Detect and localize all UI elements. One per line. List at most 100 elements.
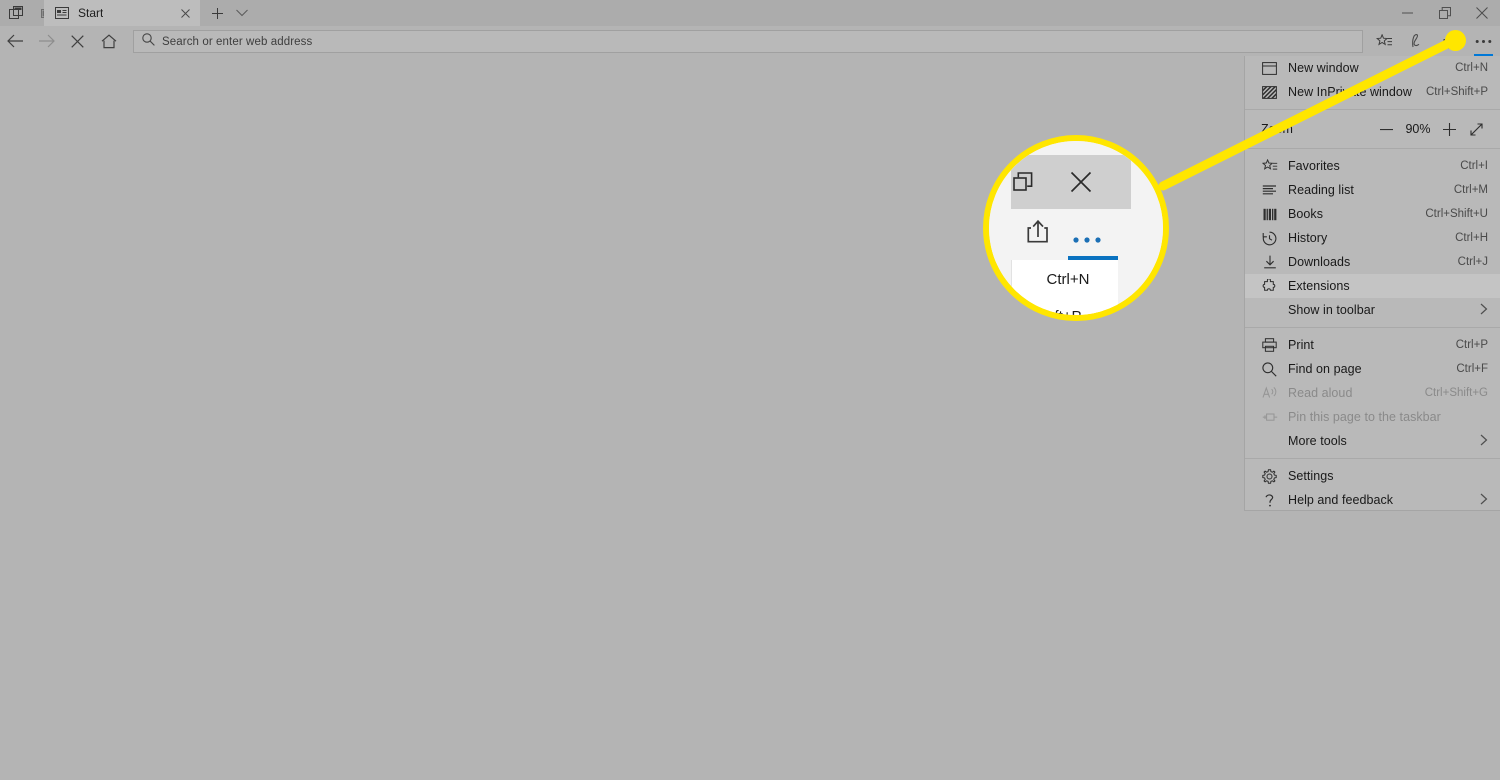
menu-item-more-tools[interactable]: More tools [1245, 429, 1500, 453]
menu-item-accelerator: Ctrl+Shift+U [1425, 208, 1488, 220]
new-tab-button[interactable] [206, 0, 228, 26]
browser-toolbar: Search or enter web address [0, 26, 1500, 56]
menu-item-label: Extensions [1288, 279, 1350, 293]
reading-list-icon [1261, 182, 1278, 199]
home-button[interactable] [93, 26, 124, 56]
menu-item-accelerator: Ctrl+J [1457, 256, 1488, 268]
forward-button[interactable] [31, 26, 62, 56]
read-aloud-icon [1261, 385, 1278, 402]
tabs-you-set-aside-icon[interactable] [0, 0, 32, 26]
menu-item-label: Read aloud [1288, 386, 1353, 400]
menu-item-label: Reading list [1288, 183, 1354, 197]
menu-item-print[interactable]: Print Ctrl+P [1245, 333, 1500, 357]
notes-pen-icon[interactable] [1401, 26, 1434, 56]
title-bar: Start [0, 0, 1500, 26]
new-window-icon [1261, 60, 1278, 77]
menu-separator [1245, 327, 1500, 328]
pin-to-taskbar-icon [1261, 409, 1278, 426]
no-icon [1261, 433, 1278, 450]
close-window-icon [1070, 171, 1092, 198]
close-button[interactable] [1463, 0, 1500, 26]
menu-item-label: More tools [1288, 434, 1347, 448]
menu-item-new-window[interactable]: New window Ctrl+N [1245, 56, 1500, 80]
no-icon [1261, 302, 1278, 319]
zoom-percent: 90% [1405, 122, 1431, 136]
address-input-placeholder: Search or enter web address [162, 35, 313, 48]
extensions-icon [1261, 278, 1278, 295]
menu-item-settings[interactable]: Settings [1245, 464, 1500, 488]
browser-window: Start Search or enter web address New wi… [0, 0, 1500, 780]
menu-item-favorites[interactable]: Favorites Ctrl+I [1245, 154, 1500, 178]
callout-end-dot [1445, 30, 1466, 51]
print-icon [1261, 337, 1278, 354]
tab-close-icon[interactable] [176, 4, 194, 22]
books-icon [1261, 206, 1278, 223]
menu-item-label: Help and feedback [1288, 493, 1394, 507]
menu-item-label: Print [1288, 338, 1314, 352]
menu-item-accelerator: Ctrl+P [1455, 339, 1488, 351]
tab-start[interactable]: Start [44, 0, 200, 26]
menu-item-label: New window [1288, 61, 1359, 75]
chevron-right-icon [1480, 303, 1488, 317]
restore-button[interactable] [1426, 0, 1463, 26]
zoom-out-button[interactable] [1373, 117, 1400, 141]
menu-item-label: Settings [1288, 469, 1334, 483]
menu-item-find-on-page[interactable]: Find on page Ctrl+F [1245, 357, 1500, 381]
menu-item-history[interactable]: History Ctrl+H [1245, 226, 1500, 250]
menu-item-pin-to-taskbar[interactable]: Pin this page to the taskbar [1245, 405, 1500, 429]
menu-item-label: Favorites [1288, 159, 1340, 173]
menu-zoom-row: Zoom 90% [1245, 115, 1500, 143]
chevron-right-icon [1480, 493, 1488, 507]
menu-item-label: History [1288, 231, 1328, 245]
address-bar[interactable]: Search or enter web address [133, 30, 1363, 53]
menu-item-new-inprivate-window[interactable]: New InPrivate window Ctrl+Shift+P [1245, 80, 1500, 104]
magnified-share-icon [1027, 219, 1053, 248]
menu-item-accelerator: Ctrl+Shift+G [1424, 387, 1488, 399]
menu-item-accelerator: Ctrl+M [1453, 184, 1488, 196]
menu-separator [1245, 148, 1500, 149]
history-icon [1261, 230, 1278, 247]
zoom-in-button[interactable] [1436, 117, 1463, 141]
menu-item-label: Pin this page to the taskbar [1288, 410, 1441, 424]
fullscreen-button[interactable] [1463, 117, 1490, 141]
menu-item-read-aloud[interactable]: Read aloud Ctrl+Shift+G [1245, 381, 1500, 405]
help-question-icon [1261, 492, 1278, 509]
settings-and-more-menu: New window Ctrl+N New InPrivate window C… [1244, 56, 1500, 511]
menu-separator [1245, 458, 1500, 459]
magnified-accelerator-1: Ctrl+N [1046, 271, 1090, 288]
restore-window-icon [1013, 172, 1033, 197]
menu-item-accelerator: Ctrl+Shift+P [1426, 86, 1488, 98]
menu-item-label: Show in toolbar [1288, 303, 1375, 317]
find-on-page-icon [1261, 361, 1278, 378]
menu-item-help-and-feedback[interactable]: Help and feedback [1245, 488, 1500, 512]
magnifier-callout: Ctrl+N ft+P [983, 135, 1169, 321]
menu-item-extensions[interactable]: Extensions [1245, 274, 1500, 298]
chevron-right-icon [1480, 434, 1488, 448]
menu-item-accelerator: Ctrl+N [1455, 62, 1488, 74]
search-icon [142, 32, 155, 51]
zoom-label: Zoom [1261, 122, 1293, 136]
toolbar-right-icons [1368, 26, 1500, 56]
menu-item-show-in-toolbar[interactable]: Show in toolbar [1245, 298, 1500, 322]
menu-item-accelerator: Ctrl+H [1455, 232, 1488, 244]
settings-and-more-icon[interactable] [1467, 26, 1500, 56]
zoom-controls: 90% [1373, 117, 1490, 141]
menu-item-downloads[interactable]: Downloads Ctrl+J [1245, 250, 1500, 274]
favorites-star-icon[interactable] [1368, 26, 1401, 56]
menu-separator [1245, 109, 1500, 110]
menu-item-label: Find on page [1288, 362, 1362, 376]
start-page-icon [54, 5, 70, 21]
menu-item-books[interactable]: Books Ctrl+Shift+U [1245, 202, 1500, 226]
stop-button[interactable] [62, 26, 93, 56]
window-controls [1389, 0, 1500, 26]
settings-gear-icon [1261, 468, 1278, 485]
tab-actions-chevron-down-icon[interactable] [231, 0, 253, 26]
minimize-button[interactable] [1389, 0, 1426, 26]
menu-item-accelerator: Ctrl+I [1460, 160, 1488, 172]
tab-title: Start [78, 6, 104, 20]
back-button[interactable] [0, 26, 31, 56]
menu-item-label: New InPrivate window [1288, 85, 1412, 99]
menu-item-reading-list[interactable]: Reading list Ctrl+M [1245, 178, 1500, 202]
magnified-panel-edge [989, 251, 1011, 263]
navigation-buttons [0, 26, 124, 56]
